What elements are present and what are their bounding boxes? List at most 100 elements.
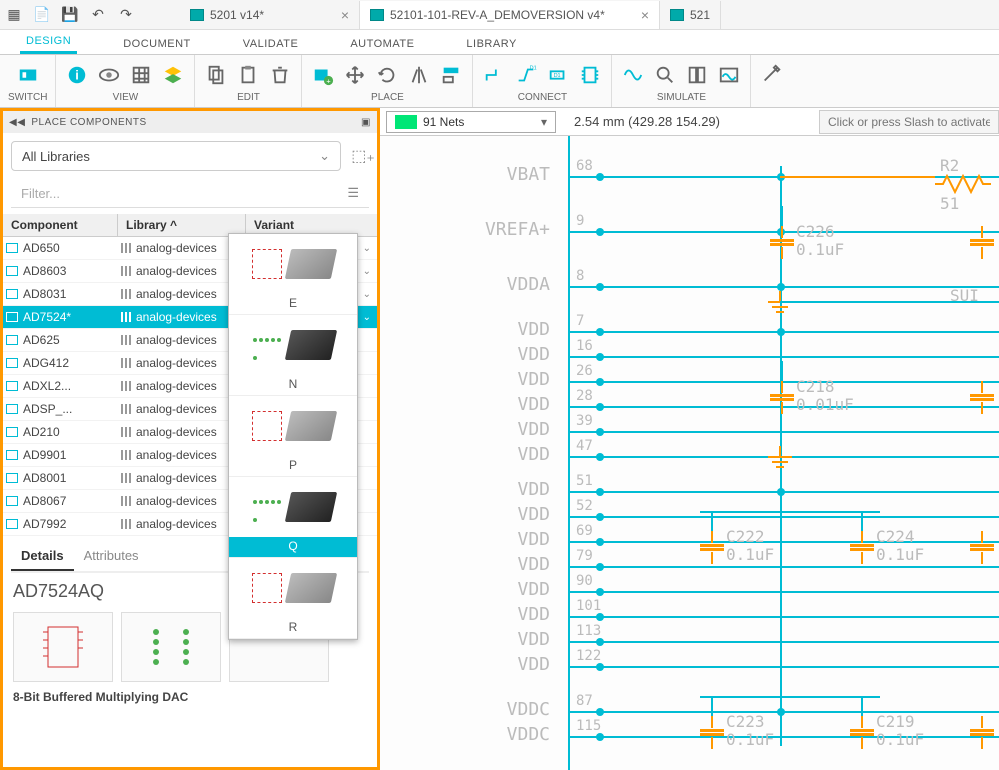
meter-icon[interactable] — [684, 62, 710, 88]
variant-option[interactable]: R — [229, 558, 357, 639]
delete-icon[interactable] — [267, 62, 293, 88]
command-input[interactable] — [819, 110, 999, 134]
ribbon-group-label: EDIT — [237, 92, 260, 105]
menu-design[interactable]: DESIGN — [20, 31, 77, 54]
component-name: AD625 — [21, 333, 118, 347]
variant-option[interactable]: P — [229, 396, 357, 477]
component-icon — [6, 289, 18, 299]
net-wire — [600, 616, 999, 618]
details-description: 8-Bit Buffered Multiplying DAC — [13, 690, 367, 704]
library-manager-icon[interactable]: ⬚₊ — [349, 146, 377, 166]
menu-validate[interactable]: VALIDATE — [237, 34, 305, 54]
save-icon[interactable]: 💾 — [56, 1, 84, 29]
filter-options-icon[interactable]: ☰ — [347, 185, 359, 201]
copy-icon[interactable] — [203, 62, 229, 88]
cursor-coordinates: 2.54 mm (429.28 154.29) — [574, 114, 720, 129]
menu-library[interactable]: LIBRARY — [460, 34, 522, 54]
library-select[interactable]: All Libraries ⌄ — [11, 141, 341, 171]
sine-icon[interactable] — [620, 62, 646, 88]
collapse-icon[interactable]: ◀◀ — [9, 117, 25, 128]
tab-attributes[interactable]: Attributes — [74, 542, 149, 571]
filter-input[interactable]: Filter... — [21, 186, 347, 201]
probe-icon[interactable] — [652, 62, 678, 88]
undo-icon[interactable]: ↶ — [84, 1, 112, 29]
column-library[interactable]: Library ^ — [118, 214, 246, 236]
library-icon — [121, 312, 133, 322]
capacitor — [770, 381, 794, 414]
tab-details[interactable]: Details — [11, 542, 74, 571]
info-icon[interactable]: i — [64, 62, 90, 88]
library-icon — [121, 496, 133, 506]
schematic-canvas[interactable]: VBAT68VREFA+9VDDA8VDD7VDD16VDD26VDD28VDD… — [380, 136, 999, 770]
switch-board-icon[interactable] — [15, 62, 41, 88]
net-wire — [600, 431, 999, 433]
pin-number: 122 — [576, 648, 601, 664]
close-icon[interactable]: × — [341, 7, 349, 23]
menu-document[interactable]: DOCUMENT — [117, 34, 197, 54]
document-tab[interactable]: 5201 v14* × — [180, 1, 360, 29]
pin-icon[interactable] — [577, 62, 603, 88]
component-name: AD7992 — [21, 517, 118, 531]
mirror-icon[interactable] — [406, 62, 432, 88]
layers-icon[interactable] — [160, 62, 186, 88]
component-ref: C226 — [796, 222, 835, 241]
library-icon — [121, 519, 133, 529]
capacitor — [850, 531, 874, 564]
net-wire — [600, 491, 999, 493]
bus-icon[interactable]: D1 — [513, 62, 539, 88]
app-grid-icon[interactable]: ▦ — [0, 1, 28, 29]
nets-select[interactable]: 91 Nets ▾ — [386, 111, 556, 133]
net-wire — [600, 356, 999, 358]
pin-number: 115 — [576, 718, 601, 734]
component-value: 0.1uF — [796, 240, 844, 259]
panel-menu-icon[interactable]: ▣ — [361, 117, 371, 128]
label-icon[interactable]: D1 — [545, 62, 571, 88]
power-net-label: VDD — [440, 419, 550, 440]
component-value: 0.01uF — [796, 395, 854, 414]
variant-option[interactable]: N — [229, 315, 357, 396]
component-value: 0.1uF — [726, 730, 774, 749]
add-part-icon[interactable]: + — [310, 62, 336, 88]
redo-icon[interactable]: ↷ — [112, 1, 140, 29]
document-tab[interactable]: 521 — [660, 1, 721, 29]
panel-title: PLACE COMPONENTS — [31, 117, 146, 128]
library-icon — [121, 450, 133, 460]
component-ref: C218 — [796, 377, 835, 396]
scope-icon[interactable] — [716, 62, 742, 88]
rotate-icon[interactable] — [374, 62, 400, 88]
pin-number: 87 — [576, 693, 593, 709]
net-wire — [781, 361, 783, 381]
net-wire — [600, 331, 999, 333]
junction — [596, 513, 604, 521]
power-net-label: VDDC — [440, 699, 550, 720]
junction — [596, 663, 604, 671]
menu-automate[interactable]: AUTOMATE — [344, 34, 420, 54]
junction — [596, 428, 604, 436]
grid-icon[interactable] — [128, 62, 154, 88]
junction — [596, 328, 604, 336]
component-ref: R2 — [940, 156, 959, 175]
move-icon[interactable] — [342, 62, 368, 88]
close-icon[interactable]: × — [641, 7, 649, 23]
power-net-label: VDD — [440, 394, 550, 415]
align-icon[interactable] — [438, 62, 464, 88]
component-name: AD8603 — [21, 264, 118, 278]
library-icon — [121, 427, 133, 437]
capacitor — [970, 226, 994, 259]
net-icon[interactable] — [481, 62, 507, 88]
junction — [596, 353, 604, 361]
power-net-label: VREFA+ — [440, 219, 550, 240]
net-wire — [700, 696, 880, 698]
settings-icon[interactable] — [759, 62, 785, 88]
column-component[interactable]: Component — [3, 214, 118, 236]
variant-option[interactable]: Q — [229, 477, 357, 558]
paste-icon[interactable] — [235, 62, 261, 88]
document-tab[interactable]: 52101-101-REV-A_DEMOVERSION v4* × — [360, 1, 660, 29]
net-color-swatch — [395, 115, 417, 129]
new-icon[interactable]: 📄 — [28, 1, 56, 29]
variant-option[interactable]: E — [229, 234, 357, 315]
chevron-down-icon: ⌄ — [363, 243, 371, 254]
component-icon — [6, 496, 18, 506]
visibility-icon[interactable] — [96, 62, 122, 88]
net-wire — [861, 696, 863, 716]
